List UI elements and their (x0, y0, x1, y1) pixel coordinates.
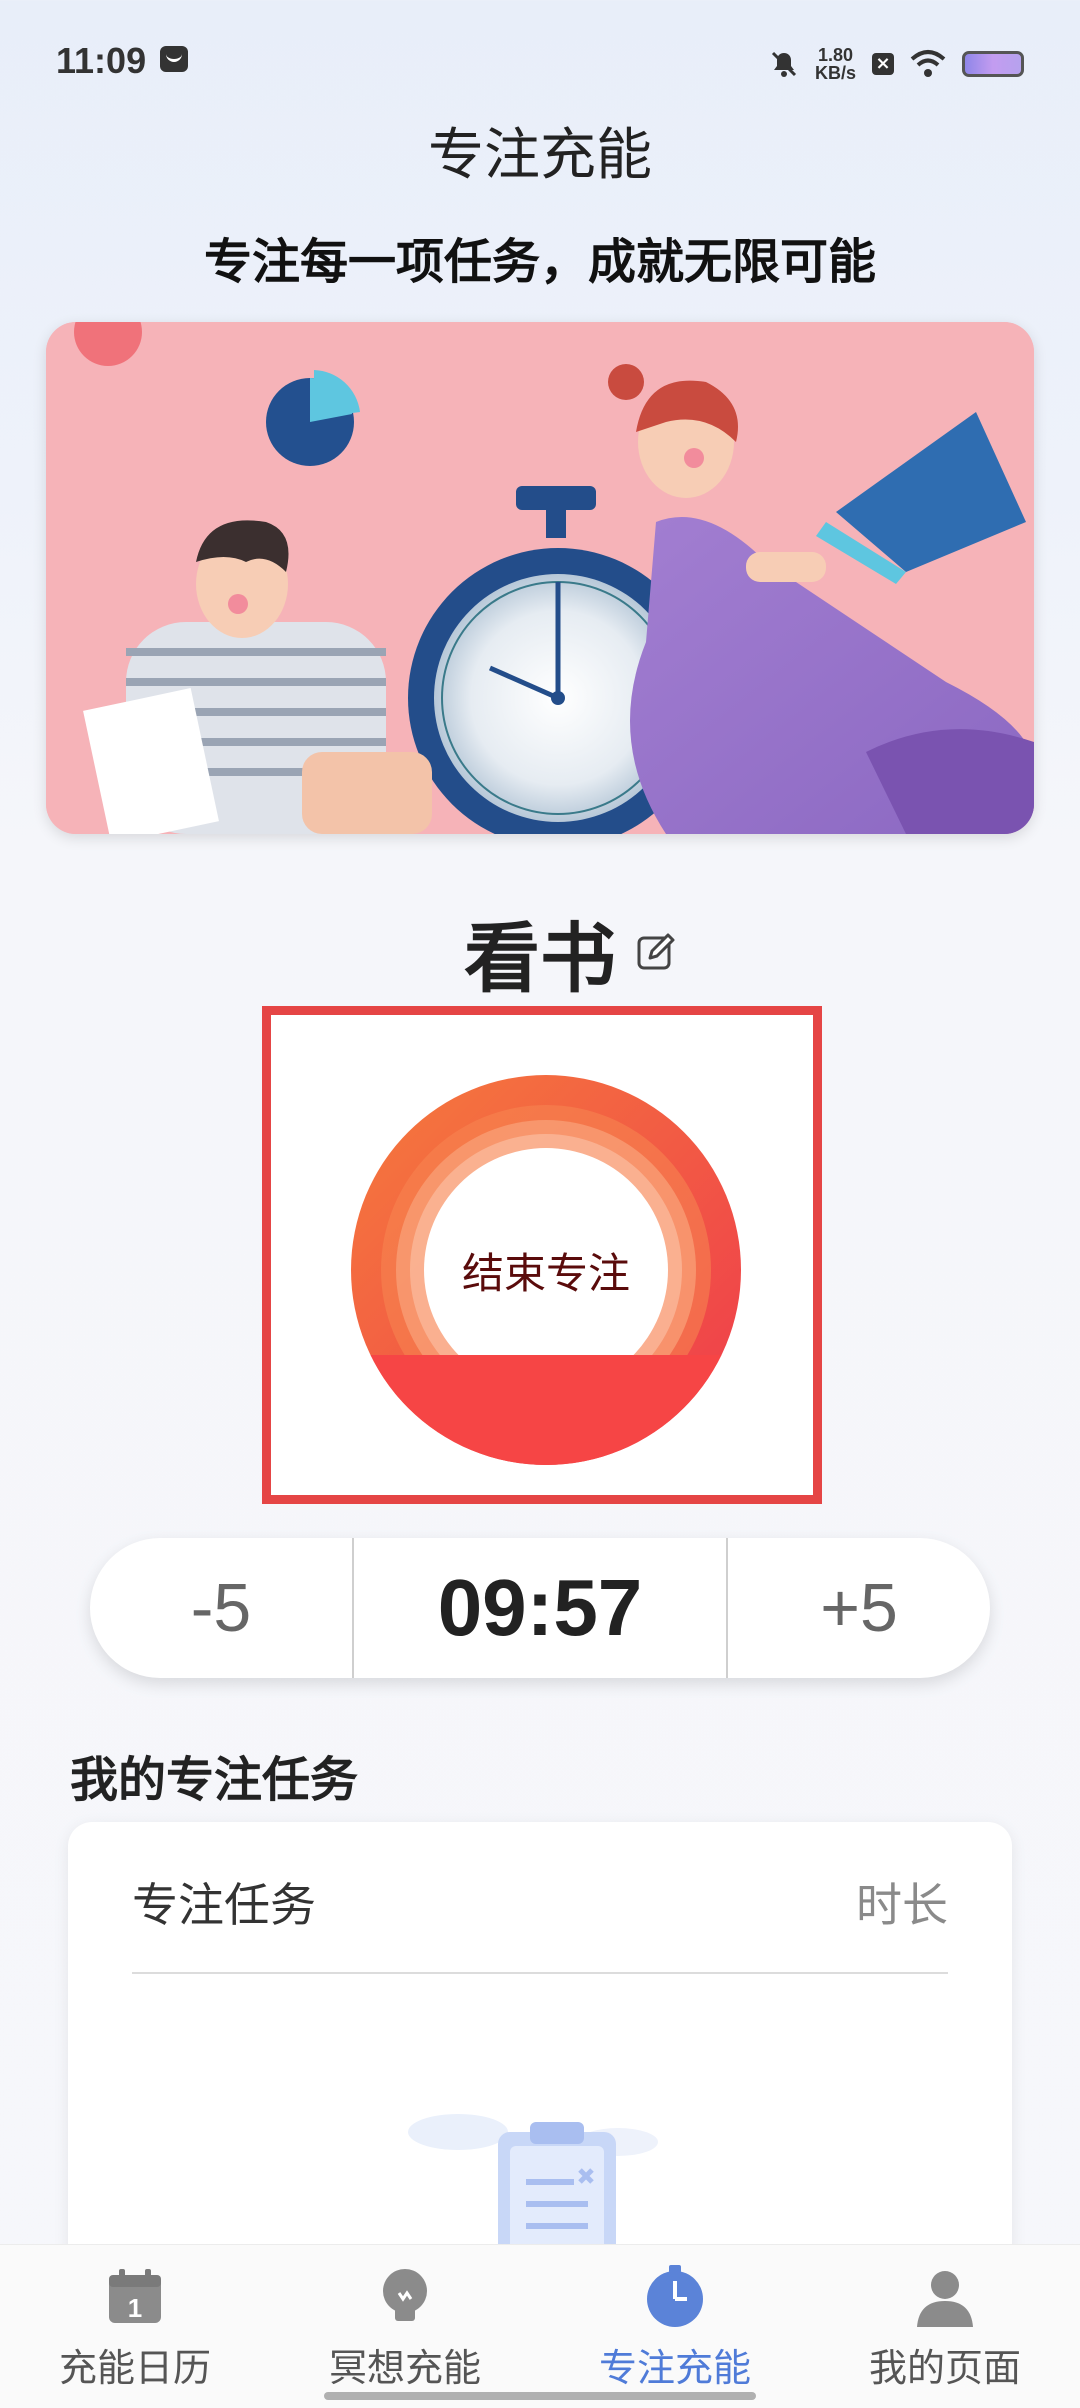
my-tasks-title: 我的专注任务 (70, 1752, 359, 1808)
network-speed: 1.80 KB/s (815, 46, 856, 82)
status-bar: 11:09 1.80 KB/s × (0, 0, 1080, 110)
focus-illustration-icon (46, 322, 1034, 834)
task-name-row: 看书 (0, 902, 1080, 1003)
bell-muted-icon (771, 51, 797, 77)
nav-item-focus[interactable]: 专注充能 (540, 2245, 810, 2408)
nav-label-profile: 我的页面 (868, 2346, 1021, 2390)
status-time: 11:09 (56, 40, 147, 81)
net-speed-unit: KB/s (814, 63, 856, 83)
clock-icon (647, 2265, 703, 2327)
edit-icon[interactable] (636, 932, 676, 972)
battery-icon (962, 51, 1024, 77)
plus-five-button[interactable]: +5 (728, 1538, 990, 1678)
task-name: 看书 (464, 914, 616, 1003)
focus-highlight-frame: 结束专注 (262, 1006, 822, 1504)
person-icon (917, 2271, 973, 2327)
column-task: 专注任务 (132, 1878, 316, 1932)
end-focus-label: 结束专注 (461, 1248, 630, 1298)
timer-display: 09:57 (437, 1563, 643, 1652)
nav-label-meditation: 冥想充能 (328, 2346, 481, 2390)
banner-illustration (46, 322, 1034, 834)
mail-notification-icon (160, 46, 188, 72)
page-subtitle: 专注每一项任务，成就无限可能 (203, 234, 876, 290)
net-speed-value: 1.80 (817, 45, 854, 65)
nav-item-meditation[interactable]: 冥想充能 (270, 2245, 540, 2408)
x-badge-icon: × (872, 53, 894, 75)
nav-label-calendar: 充能日历 (58, 2346, 211, 2390)
bottom-nav: 1 充能日历 冥想充能 专注充能 我的页面 (0, 2244, 1080, 2408)
page-title: 专注充能 (428, 123, 652, 188)
svg-text:1: 1 (128, 2293, 142, 2323)
end-focus-button[interactable]: 结束专注 (351, 1075, 741, 1465)
wifi-icon (910, 50, 946, 77)
home-indicator[interactable] (324, 2392, 756, 2400)
status-icons: 1.80 KB/s × (769, 44, 1024, 84)
nav-label-focus: 专注充能 (598, 2346, 751, 2390)
task-table-header: 专注任务 时长 (132, 1862, 948, 1942)
lightbulb-icon (383, 2269, 427, 2321)
nav-item-profile[interactable]: 我的页面 (810, 2245, 1080, 2408)
minus-five-button[interactable]: -5 (90, 1538, 352, 1678)
divider (132, 1972, 948, 1974)
nav-item-calendar[interactable]: 1 充能日历 (0, 2245, 270, 2408)
time-stepper: -5 09:57 +5 (90, 1538, 990, 1678)
calendar-icon: 1 (109, 2269, 161, 2323)
column-duration: 时长 (856, 1878, 948, 1932)
